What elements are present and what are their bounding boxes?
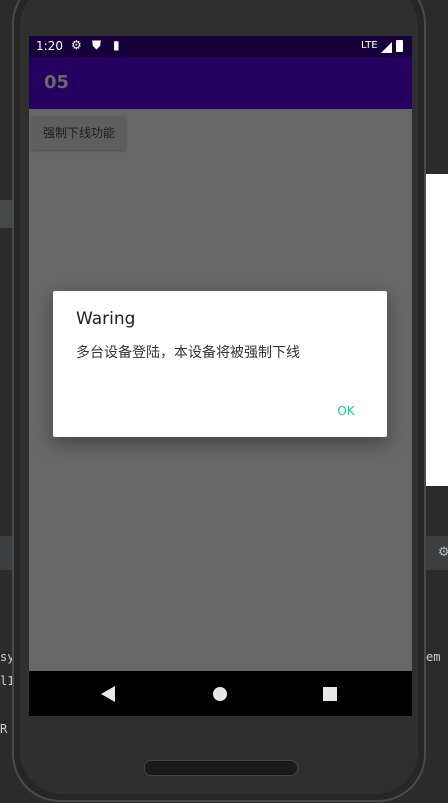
force-offline-button[interactable]: 强制下线功能 <box>32 116 126 150</box>
app-title: 05 <box>44 72 70 93</box>
back-icon[interactable] <box>101 686 115 702</box>
battery-icon <box>396 40 403 52</box>
signal-icon <box>381 42 392 53</box>
ide-console-text: em <box>426 650 441 664</box>
sd-card-icon: ▮ <box>113 38 120 52</box>
ide-console-text: R <box>0 722 8 736</box>
status-time: 1:20 <box>36 39 63 53</box>
gear-icon: ⚙ <box>71 38 82 52</box>
phone-speaker-grille <box>144 760 298 776</box>
dialog-ok-button[interactable]: OK <box>325 391 367 431</box>
recents-icon[interactable] <box>323 687 337 701</box>
status-bar: 1:20 ⚙ ⛊ ▮ LTE <box>29 36 412 57</box>
device-screen: 1:20 ⚙ ⛊ ▮ LTE 05 强制下线功能 Waring 多台设备登陆，本… <box>29 36 412 716</box>
ide-gear-icon[interactable]: ⚙ <box>438 545 448 560</box>
shield-icon: ⛊ <box>92 38 102 52</box>
alert-dialog: Waring 多台设备登陆，本设备将被强制下线 OK <box>53 291 387 437</box>
dialog-title: Waring <box>76 309 136 329</box>
network-type: LTE <box>361 40 378 51</box>
app-toolbar: 05 <box>29 57 412 109</box>
navigation-bar <box>29 671 412 716</box>
dialog-message: 多台设备登陆，本设备将被强制下线 <box>76 345 300 361</box>
home-icon[interactable] <box>213 687 227 701</box>
